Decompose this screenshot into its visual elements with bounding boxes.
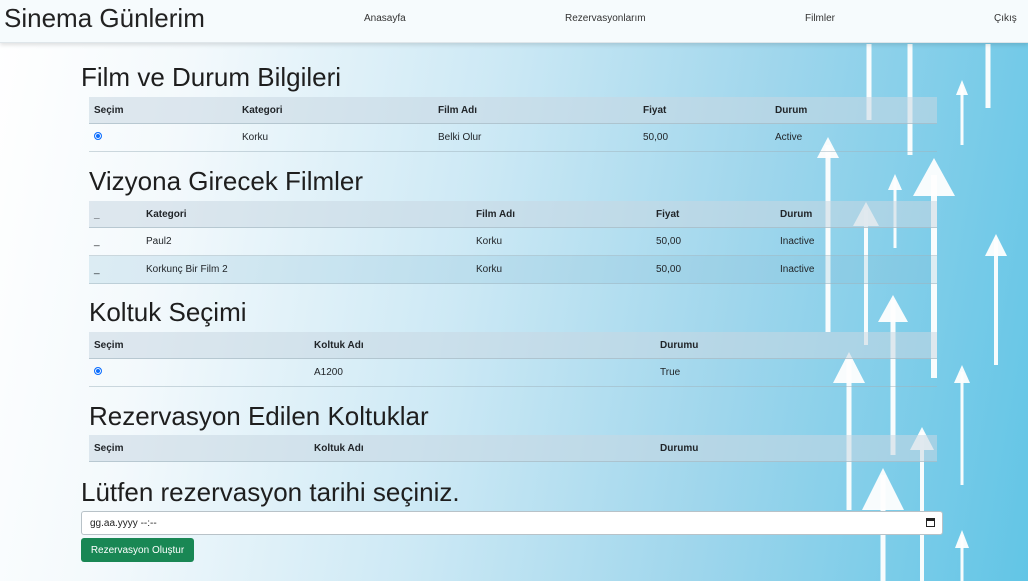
film-name-cell: Korku [471, 227, 651, 256]
mark-cell: _ [89, 227, 141, 256]
column-header: Durumu [655, 332, 937, 359]
main-content: Film ve Durum Bilgileri Seçim Kategori F… [0, 0, 1028, 581]
brand-title[interactable]: Sinema Günlerim [4, 3, 205, 34]
film-name-cell: Korku [471, 255, 651, 284]
nav-link-films[interactable]: Filmler [805, 13, 835, 24]
table-row: _ Paul2 Korku 50,00 Inactive [89, 227, 937, 256]
date-placeholder: gg.aa.yyyy --:-- [90, 518, 157, 529]
status-cell: Inactive [775, 255, 937, 284]
seat-selection-table: Seçim Koltuk Adı Durumu A1200 True [89, 332, 937, 387]
table-header-row: Seçim Koltuk Adı Durumu [89, 435, 937, 462]
table-header-row: _ Kategori Film Adı Fiyat Durum [89, 201, 937, 228]
mark-cell: _ [89, 255, 141, 284]
category-cell: Korku [237, 123, 433, 152]
column-header: Film Adı [433, 97, 638, 124]
reserved-seats-title: Rezervasyon Edilen Koltuklar [89, 401, 429, 431]
film-radio-button[interactable] [94, 132, 102, 140]
film-status-title: Film ve Durum Bilgileri [81, 62, 342, 92]
upcoming-films-table: _ Kategori Film Adı Fiyat Durum _ Paul2 … [89, 201, 937, 284]
status-cell: Active [770, 123, 937, 152]
column-header: _ [89, 201, 141, 228]
nav-link-reservations[interactable]: Rezervasyonlarım [565, 13, 646, 24]
calendar-icon[interactable] [926, 518, 935, 527]
film-status-table: Seçim Kategori Film Adı Fiyat Durum Kork… [89, 97, 937, 152]
column-header: Durumu [655, 435, 937, 462]
column-header: Seçim [89, 97, 237, 124]
price-cell: 50,00 [651, 255, 775, 284]
seat-status-cell: True [655, 358, 937, 387]
reserved-seats-table: Seçim Koltuk Adı Durumu [89, 435, 937, 462]
column-header: Fiyat [651, 201, 775, 228]
selection-cell [89, 123, 237, 152]
column-header: Durum [775, 201, 937, 228]
column-header: Seçim [89, 332, 309, 359]
table-row: A1200 True [89, 358, 937, 387]
column-header: Koltuk Adı [309, 435, 655, 462]
price-cell: 50,00 [651, 227, 775, 256]
top-navbar: Sinema Günlerim Anasayfa Rezervasyonları… [0, 0, 1028, 43]
seat-selection-title: Koltuk Seçimi [89, 297, 247, 327]
nav-link-logout[interactable]: Çıkış [994, 13, 1017, 24]
column-header: Koltuk Adı [309, 332, 655, 359]
create-reservation-button[interactable]: Rezervasyon Oluştur [81, 538, 194, 562]
price-cell: 50,00 [638, 123, 770, 152]
seat-radio-button[interactable] [94, 367, 102, 375]
table-header-row: Seçim Kategori Film Adı Fiyat Durum [89, 97, 937, 124]
table-header-row: Seçim Koltuk Adı Durumu [89, 332, 937, 359]
reservation-datetime-input[interactable]: gg.aa.yyyy --:-- [81, 511, 943, 535]
film-name-cell: Belki Olur [433, 123, 638, 152]
status-cell: Inactive [775, 227, 937, 256]
upcoming-films-title: Vizyona Girecek Filmler [89, 166, 364, 196]
table-row: Korku Belki Olur 50,00 Active [89, 123, 937, 152]
column-header: Film Adı [471, 201, 651, 228]
column-header: Kategori [141, 201, 471, 228]
selection-cell [89, 358, 309, 387]
reservation-date-title: Lütfen rezervasyon tarihi seçiniz. [81, 477, 460, 507]
category-cell: Paul2 [141, 227, 471, 256]
table-row: _ Korkunç Bir Film 2 Korku 50,00 Inactiv… [89, 255, 937, 284]
seat-name-cell: A1200 [309, 358, 655, 387]
column-header: Seçim [89, 435, 309, 462]
nav-link-home[interactable]: Anasayfa [364, 13, 406, 24]
category-cell: Korkunç Bir Film 2 [141, 255, 471, 284]
column-header: Kategori [237, 97, 433, 124]
column-header: Fiyat [638, 97, 770, 124]
column-header: Durum [770, 97, 937, 124]
